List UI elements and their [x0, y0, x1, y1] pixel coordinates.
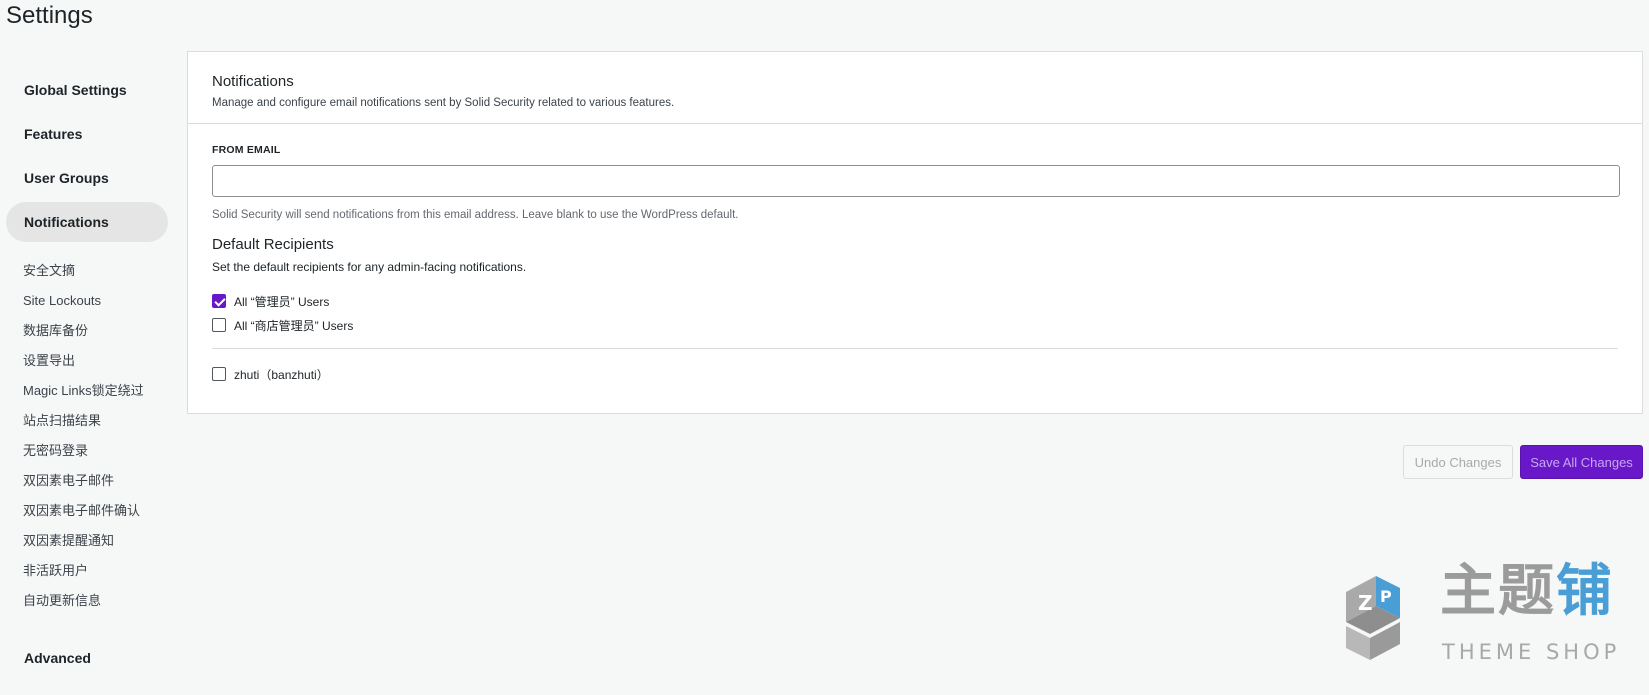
checkbox-label: All “管理员” Users [234, 294, 330, 309]
notifications-card: Notifications Manage and configure email… [187, 51, 1643, 414]
svg-text:Z: Z [1358, 591, 1373, 615]
sidebar-subitem-site-lockouts[interactable]: Site Lockouts [6, 286, 168, 316]
sidebar-subitem-two-factor-reminder[interactable]: 双因素提醒通知 [6, 526, 168, 556]
sidebar-subitem-database-backup[interactable]: 数据库备份 [6, 316, 168, 346]
sidebar-item-advanced[interactable]: Advanced [6, 638, 168, 678]
default-recipients-title: Default Recipients [212, 236, 334, 253]
sidebar-item-notifications[interactable]: Notifications [6, 202, 168, 242]
sidebar-item-features[interactable]: Features [6, 114, 168, 154]
theme-shop-watermark: Z P 主题铺 THEME SHOP [1338, 560, 1628, 678]
card-header: Notifications Manage and configure email… [188, 52, 1642, 124]
from-email-input[interactable] [212, 165, 1620, 197]
sidebar-item-global-settings[interactable]: Global Settings [6, 70, 168, 110]
sidebar-subitem-inactive-users[interactable]: 非活跃用户 [6, 556, 168, 586]
divider [212, 348, 1618, 349]
watermark-chinese-gray: 主题 [1440, 559, 1556, 624]
notifications-sub-list: 安全文摘 Site Lockouts 数据库备份 设置导出 Magic Link… [6, 256, 168, 616]
sidebar-item-user-groups[interactable]: User Groups [6, 158, 168, 198]
undo-changes-button[interactable]: Undo Changes [1403, 445, 1513, 479]
checkbox-checked[interactable] [212, 294, 226, 308]
sidebar-subitem-two-factor-email-confirm[interactable]: 双因素电子邮件确认 [6, 496, 168, 526]
watermark-english-text: THEME SHOP [1442, 640, 1621, 664]
watermark-chinese-text: 主题铺 [1440, 564, 1614, 620]
checkbox-unchecked[interactable] [212, 367, 226, 381]
from-email-help: Solid Security will send notifications f… [212, 209, 739, 221]
recipient-role-administrator[interactable]: All “管理员” Users [212, 289, 1618, 313]
theme-shop-logo-icon: Z P [1346, 576, 1400, 660]
watermark-chinese-blue: 铺 [1556, 559, 1614, 624]
settings-sidebar: Global Settings Features User Groups Not… [6, 70, 168, 682]
sidebar-subitem-security-digest[interactable]: 安全文摘 [6, 256, 168, 286]
page-title: Settings [6, 2, 93, 29]
sidebar-subitem-magic-links[interactable]: Magic Links锁定绕过 [6, 376, 168, 406]
default-recipients-description: Set the default recipients for any admin… [212, 260, 527, 274]
sidebar-subitem-auto-update-info[interactable]: 自动更新信息 [6, 586, 168, 616]
sidebar-subitem-passwordless-login[interactable]: 无密码登录 [6, 436, 168, 466]
save-all-changes-button[interactable]: Save All Changes [1520, 445, 1643, 479]
checkbox-label: zhuti（banzhuti） [234, 367, 329, 382]
card-description: Manage and configure email notifications… [212, 97, 675, 109]
card-title: Notifications [212, 73, 294, 90]
from-email-label: FROM EMAIL [212, 144, 281, 156]
card-body: FROM EMAIL Solid Security will send noti… [188, 124, 1642, 406]
recipient-user-zhuti[interactable]: zhuti（banzhuti） [212, 362, 1618, 386]
checkbox-label: All “商店管理员” Users [234, 318, 354, 333]
sidebar-subitem-two-factor-email[interactable]: 双因素电子邮件 [6, 466, 168, 496]
recipient-role-shop-manager[interactable]: All “商店管理员” Users [212, 313, 1618, 337]
sidebar-subitem-site-scan-results[interactable]: 站点扫描结果 [6, 406, 168, 436]
svg-text:P: P [1380, 587, 1392, 606]
sidebar-subitem-settings-export[interactable]: 设置导出 [6, 346, 168, 376]
checkbox-unchecked[interactable] [212, 318, 226, 332]
